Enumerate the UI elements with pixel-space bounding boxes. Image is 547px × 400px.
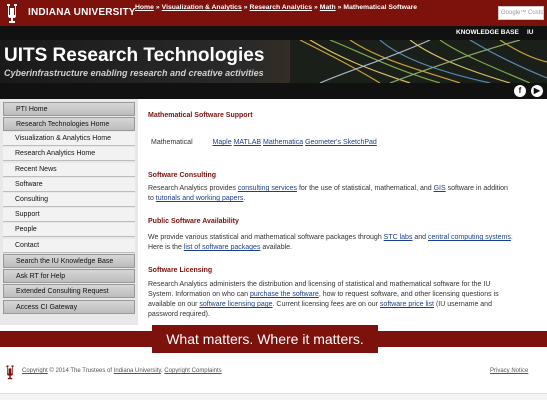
availability-text: We provide various statistical and mathe… — [148, 234, 384, 241]
licensing-text: . Current licensing fees are on our — [272, 301, 380, 308]
sidebar-item-visualization-analytics-home[interactable]: Visualization & Analytics Home — [3, 132, 135, 146]
page-title: Mathematical Software Support — [148, 112, 253, 119]
software-licensing-heading: Software Licensing — [148, 267, 213, 274]
copyright-line: Copyright © 2014 The Trustees of Indiana… — [22, 368, 222, 374]
banner-title: UITS Research Technologies — [4, 45, 265, 66]
sidebar-item-search-knowledge-base[interactable]: Search the IU Knowledge Base — [3, 254, 135, 268]
mathematica-link[interactable]: Mathematica — [263, 139, 303, 146]
bottom-strip — [0, 393, 547, 400]
maple-link[interactable]: Maple — [213, 139, 232, 146]
footer-motto: What matters. Where it matters. — [152, 325, 378, 353]
sidebar-item-ask-rt[interactable]: Ask RT for Help — [3, 269, 135, 283]
breadcrumb-current: Mathematical Software — [343, 4, 418, 11]
sidebar-item-extended-consulting[interactable]: Extended Consulting Request — [3, 284, 135, 298]
software-consulting-text: Research Analytics provides consulting s… — [148, 184, 513, 204]
breadcrumb-math[interactable]: Math — [320, 4, 336, 11]
breadcrumb-visualization-analytics[interactable]: Visualization & Analytics — [162, 4, 242, 11]
public-availability-heading: Public Software Availability — [148, 218, 239, 225]
server-cables-image — [290, 40, 547, 83]
sidebar-item-pti-home[interactable]: PTI Home — [3, 102, 135, 116]
knowledge-base-link[interactable]: KNOWLEDGE BASE — [456, 29, 519, 36]
math-row-label: Mathematical — [151, 139, 193, 146]
consulting-text: . — [243, 195, 246, 202]
purchase-software-link[interactable]: purchase the software — [250, 291, 319, 298]
matlab-link[interactable]: MATLAB — [234, 139, 262, 146]
sidebar-item-support[interactable]: Support — [3, 208, 135, 222]
breadcrumb-bar — [0, 83, 547, 99]
copyright-link[interactable]: Copyright — [22, 368, 48, 374]
search-input[interactable]: Google™ Custom — [498, 6, 544, 20]
sidebar-item-research-analytics-home[interactable]: Research Analytics Home — [3, 147, 135, 161]
sidebar-item-software[interactable]: Software — [3, 178, 135, 192]
banner-subtitle: Cyberinfrastructure enabling research an… — [4, 68, 264, 78]
sidebar-item-research-technologies-home[interactable]: Research Technologies Home — [3, 117, 135, 131]
sidebar-item-consulting[interactable]: Consulting — [3, 193, 135, 207]
consulting-text: Research Analytics provides — [148, 185, 238, 192]
iu-link[interactable]: IU — [527, 29, 534, 36]
indiana-university-link[interactable]: Indiana University — [114, 368, 161, 374]
availability-text: and — [412, 234, 429, 241]
software-licensing-text: Research Analytics administers the distr… — [148, 280, 516, 320]
software-consulting-heading: Software Consulting — [148, 172, 217, 179]
licensing-page-link[interactable]: software licensing page — [199, 301, 272, 308]
software-packages-link[interactable]: list of software packages — [184, 244, 261, 251]
copyright-text: © 2014 The Trustees of — [47, 368, 114, 374]
youtube-icon[interactable]: ▶ — [531, 85, 543, 97]
consulting-services-link[interactable]: consulting services — [238, 185, 297, 192]
privacy-notice-link[interactable]: Privacy Notice — [490, 368, 528, 374]
breadcrumb: Home» Visualization & Analytics» Research … — [135, 4, 417, 11]
iu-trident-footer-icon[interactable] — [4, 364, 16, 380]
breadcrumb-research-analytics[interactable]: Research Analytics — [250, 4, 312, 11]
tutorials-link[interactable]: tutorials and working papers — [156, 195, 244, 202]
sidebar: PTI Home Research Technologies Home Visu… — [0, 99, 138, 325]
facebook-icon[interactable]: f — [514, 85, 526, 97]
public-availability-text: We provide various statistical and mathe… — [148, 233, 513, 253]
consulting-text: for the use of statistical, mathematical… — [297, 185, 434, 192]
breadcrumb-separator: » — [314, 4, 318, 11]
breadcrumb-separator: » — [243, 4, 248, 11]
iu-trident-logo-icon[interactable] — [4, 2, 20, 24]
sidebar-item-recent-news[interactable]: Recent News — [3, 163, 135, 177]
geometers-sketchpad-link[interactable]: Geometer's SketchPad — [305, 139, 377, 146]
copyright-complaints-link[interactable]: Copyright Complaints — [164, 368, 221, 374]
breadcrumb-separator: » — [337, 4, 342, 11]
sidebar-item-people[interactable]: People — [3, 223, 135, 237]
math-software-row: Mathematical Maple MATLAB Mathematica Ge… — [151, 138, 377, 148]
central-computing-link[interactable]: central computing systems — [428, 234, 511, 241]
breadcrumb-home[interactable]: Home — [135, 4, 154, 11]
availability-text: available. — [260, 244, 292, 251]
stc-labs-link[interactable]: STC labs — [384, 234, 413, 241]
top-nav-bar: KNOWLEDGE BASE IU — [0, 26, 547, 40]
sidebar-item-access-ci-gateway[interactable]: Access CI Gateway — [3, 300, 135, 314]
university-name[interactable]: INDIANA UNIVERSITY — [28, 7, 136, 18]
price-list-link[interactable]: software price list — [380, 301, 434, 308]
breadcrumb-separator: » — [155, 4, 160, 11]
sidebar-item-contact[interactable]: Contact — [3, 239, 135, 253]
gis-link[interactable]: GIS — [434, 185, 446, 192]
